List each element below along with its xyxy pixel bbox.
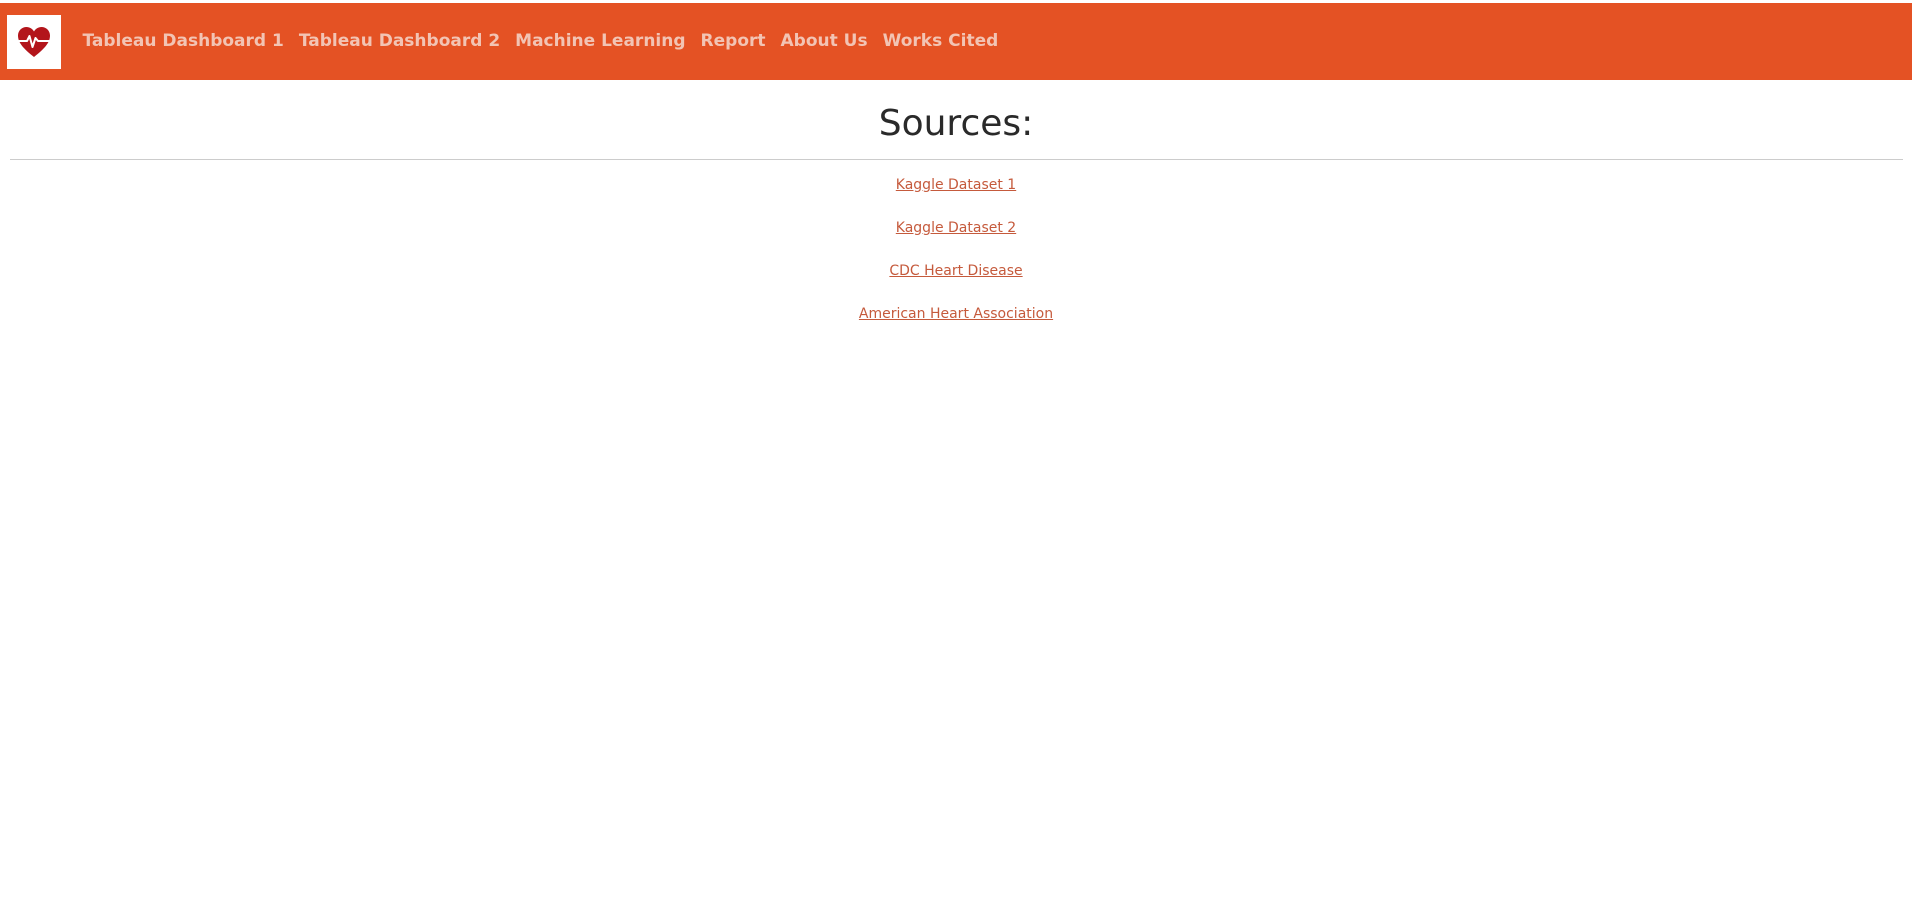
list-item: CDC Heart Disease xyxy=(0,258,1912,301)
list-item: American Heart Association xyxy=(0,301,1912,344)
list-item: Kaggle Dataset 2 xyxy=(0,215,1912,258)
nav-link-tableau-dashboard-1[interactable]: Tableau Dashboard 1 xyxy=(75,3,291,80)
nav-link-tableau-dashboard-2[interactable]: Tableau Dashboard 2 xyxy=(291,3,507,80)
nav-links: Tableau Dashboard 1 Tableau Dashboard 2 … xyxy=(75,3,1006,80)
source-link-kaggle-dataset-1[interactable]: Kaggle Dataset 1 xyxy=(896,177,1016,193)
title-divider xyxy=(10,159,1903,160)
nav-link-about-us[interactable]: About Us xyxy=(773,3,875,80)
nav-link-works-cited[interactable]: Works Cited xyxy=(875,3,1006,80)
source-link-cdc-heart-disease[interactable]: CDC Heart Disease xyxy=(889,263,1022,279)
list-item: Kaggle Dataset 1 xyxy=(0,172,1912,215)
source-link-american-heart-association[interactable]: American Heart Association xyxy=(859,306,1053,322)
top-navbar: Tableau Dashboard 1 Tableau Dashboard 2 … xyxy=(0,3,1912,80)
source-link-kaggle-dataset-2[interactable]: Kaggle Dataset 2 xyxy=(896,220,1016,236)
brand-logo-link[interactable] xyxy=(7,14,61,69)
nav-link-report[interactable]: Report xyxy=(693,3,773,80)
sources-list: Kaggle Dataset 1 Kaggle Dataset 2 CDC He… xyxy=(0,172,1912,344)
page-title: Sources: xyxy=(878,103,1034,144)
heart-pulse-icon xyxy=(18,26,50,57)
nav-link-machine-learning[interactable]: Machine Learning xyxy=(508,3,693,80)
